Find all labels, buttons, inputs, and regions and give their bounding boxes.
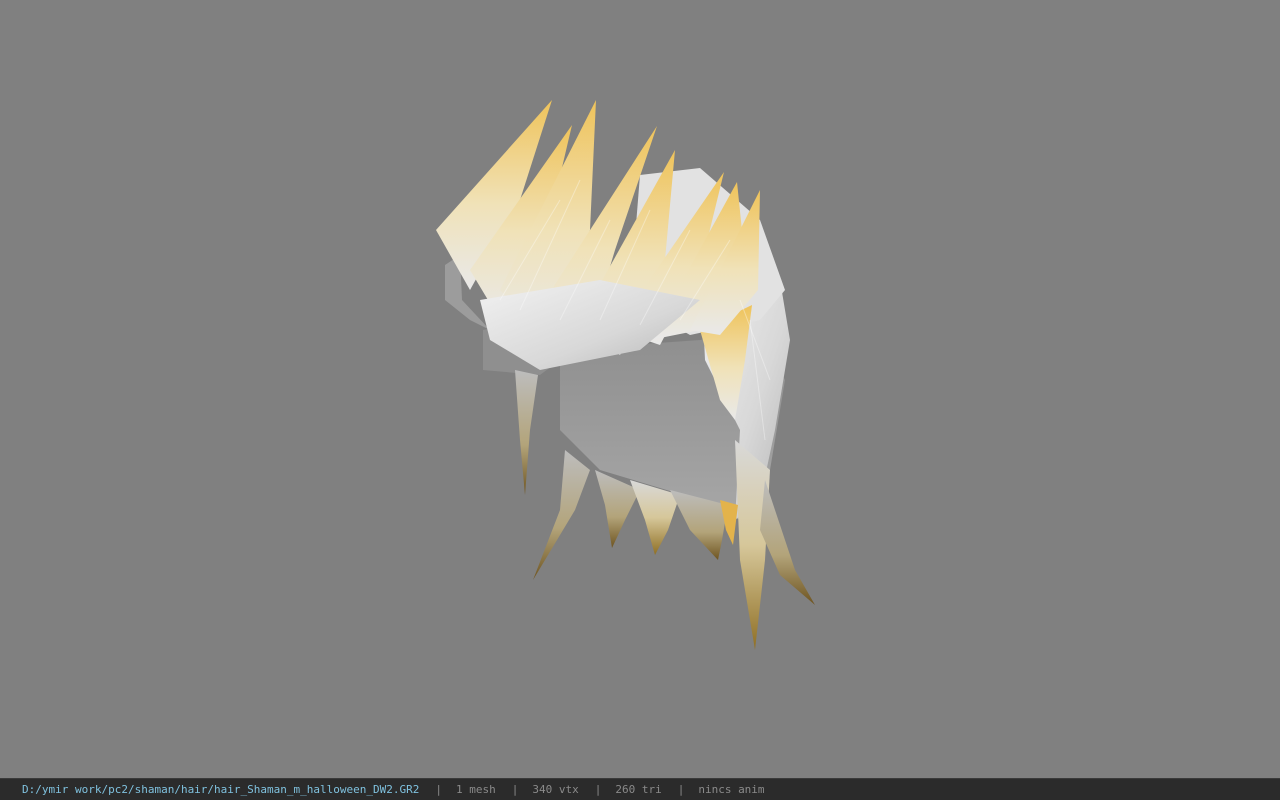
separator: | (677, 783, 685, 796)
hair-model (436, 100, 815, 650)
animation-status: nincs anim (698, 783, 765, 796)
file-path: D:/ymir work/pc2/shaman/hair/hair_Shaman… (22, 783, 420, 796)
separator: | (511, 783, 519, 796)
separator: | (594, 783, 602, 796)
separator: | (435, 783, 442, 796)
hair-top-spikes (436, 100, 760, 370)
mesh-count: 1 mesh (455, 783, 496, 796)
status-bar: D:/ymir work/pc2/shaman/hair/hair_Shaman… (0, 778, 1280, 800)
vertex-count: 340 vtx (532, 783, 579, 796)
triangle-count: 260 tri (615, 783, 662, 796)
3d-viewport[interactable] (0, 0, 1280, 778)
